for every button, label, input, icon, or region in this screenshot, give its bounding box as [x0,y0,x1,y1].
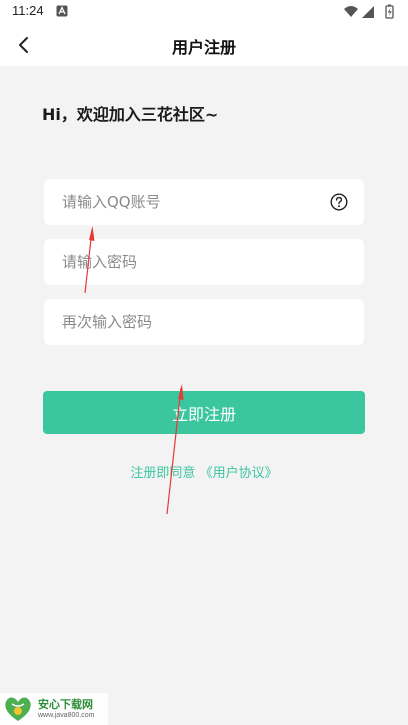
password-input[interactable] [44,239,364,285]
notification-a-icon [56,5,68,17]
confirm-password-field [44,299,364,345]
help-icon[interactable] [330,193,348,211]
watermark-url: www.java800.com [38,712,95,719]
confirm-password-input[interactable] [44,299,364,345]
password-field [44,239,364,285]
wifi-icon [344,6,358,17]
heart-logo-icon [5,697,31,721]
status-bar: 11:24 [0,0,408,24]
welcome-heading: Hi，欢迎加入三花社区~ [42,105,219,124]
signal-icon [362,6,374,18]
register-button[interactable]: 立即注册 [43,391,365,434]
agreement-prefix: 注册即同意 [130,466,196,481]
status-time: 11:24 [12,3,44,18]
qq-account-input[interactable] [44,179,364,225]
page-title: 用户注册 [171,38,236,57]
watermark: 安心下载网 www.java800.com [0,693,108,725]
battery-icon [385,4,394,19]
nav-bar: 用户注册 [0,24,408,66]
agreement-text: 注册即同意 《用户协议》 [0,462,408,481]
user-agreement-link[interactable]: 《用户协议》 [200,466,278,481]
status-icons [344,4,394,19]
qq-account-field [44,179,364,225]
watermark-title: 安心下载网 [38,698,93,711]
